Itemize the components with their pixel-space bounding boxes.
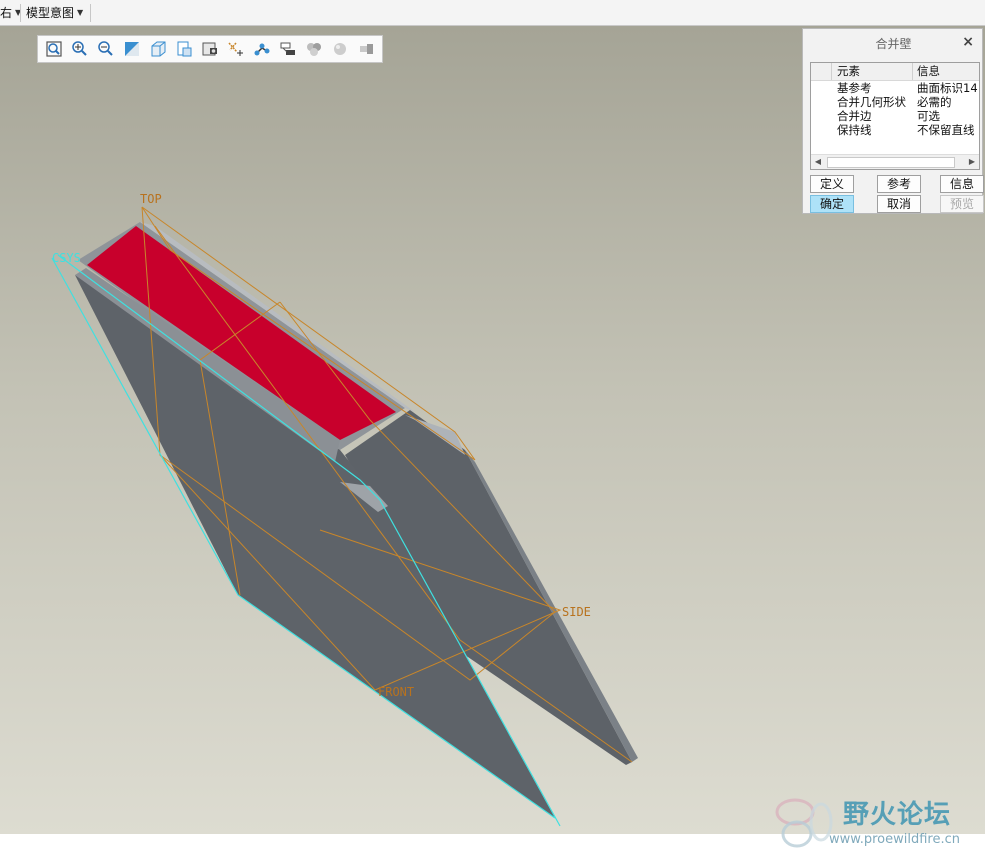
menu-separator bbox=[20, 4, 21, 22]
dialog-title: 合并壁 bbox=[875, 37, 912, 51]
model-intent-label: 模型意图 bbox=[26, 6, 75, 20]
table-row[interactable]: 基参考 曲面标识14 bbox=[811, 81, 979, 95]
row-element: 基参考 bbox=[837, 81, 872, 95]
column-divider bbox=[831, 63, 832, 80]
table-header: 元素 信息 bbox=[811, 63, 979, 81]
header-info[interactable]: 信息 bbox=[917, 63, 979, 80]
datum-label-csys[interactable]: CSYS bbox=[52, 251, 81, 265]
datum-display-icon[interactable] bbox=[224, 38, 248, 60]
scroll-thumb[interactable] bbox=[827, 157, 955, 168]
element-table: 元素 信息 基参考 曲面标识14 合并几何形状 必需的 合并边 可选 保持线 不… bbox=[810, 62, 980, 170]
scroll-right-icon[interactable]: ▶ bbox=[965, 155, 979, 169]
view-manager-icon[interactable] bbox=[198, 38, 222, 60]
annotation-display-icon[interactable] bbox=[276, 38, 300, 60]
header-element[interactable]: 元素 bbox=[837, 63, 911, 80]
datum-label-top[interactable]: TOP bbox=[140, 192, 162, 206]
watermark-title: 野火论坛 bbox=[843, 800, 952, 830]
row-info: 必需的 bbox=[917, 95, 952, 109]
datum-label-side[interactable]: SIDE bbox=[562, 605, 591, 619]
row-element: 合并几何形状 bbox=[837, 95, 906, 109]
spin-center-icon[interactable] bbox=[250, 38, 274, 60]
ribbon-bar: 右 ▼ 模型意图 ▼ bbox=[0, 0, 985, 26]
row-info: 曲面标识14 bbox=[917, 81, 978, 95]
spin-icon[interactable] bbox=[354, 38, 378, 60]
row-element: 合并边 bbox=[837, 109, 872, 123]
view-toolbar bbox=[37, 35, 383, 63]
menu-separator bbox=[90, 4, 91, 22]
row-info: 可选 bbox=[917, 109, 940, 123]
horizontal-scrollbar[interactable]: ◀ ▶ bbox=[811, 154, 979, 169]
row-element: 保持线 bbox=[837, 123, 872, 137]
info-button[interactable]: 信息 bbox=[940, 175, 984, 193]
partial-menu-label: 右 bbox=[0, 6, 13, 20]
partial-menu[interactable]: 右 ▼ bbox=[0, 4, 21, 22]
row-info: 不保留直线 bbox=[917, 123, 975, 137]
zoom-out-icon[interactable] bbox=[94, 38, 118, 60]
watermark: 野火论坛 www.proewildfire.cn bbox=[773, 792, 981, 854]
zoom-in-icon[interactable] bbox=[68, 38, 92, 60]
preview-button[interactable]: 预览 bbox=[940, 195, 984, 213]
display-style-icon[interactable] bbox=[146, 38, 170, 60]
table-row[interactable]: 合并边 可选 bbox=[811, 109, 979, 123]
watermark-url: www.proewildfire.cn bbox=[829, 832, 960, 847]
close-icon[interactable]: × bbox=[962, 34, 974, 50]
merge-wall-dialog: 合并壁 × 元素 信息 基参考 曲面标识14 合并几何形状 必需的 合并边 可选… bbox=[802, 28, 984, 214]
appearance-icon[interactable] bbox=[302, 38, 326, 60]
datum-label-front[interactable]: FRONT bbox=[378, 685, 414, 699]
ok-button[interactable]: 确定 bbox=[810, 195, 854, 213]
scroll-left-icon[interactable]: ◀ bbox=[811, 155, 825, 169]
repaint-icon[interactable] bbox=[120, 38, 144, 60]
cancel-button[interactable]: 取消 bbox=[877, 195, 921, 213]
chevron-down-icon: ▼ bbox=[77, 8, 84, 17]
render-icon[interactable] bbox=[328, 38, 352, 60]
table-row[interactable]: 合并几何形状 必需的 bbox=[811, 95, 979, 109]
table-row[interactable]: 保持线 不保留直线 bbox=[811, 123, 979, 137]
refs-button[interactable]: 参考 bbox=[877, 175, 921, 193]
define-button[interactable]: 定义 bbox=[810, 175, 854, 193]
butterfly-logo-icon bbox=[775, 798, 833, 848]
model-intent-menu[interactable]: 模型意图 ▼ bbox=[26, 4, 83, 22]
zoom-refit-icon[interactable] bbox=[42, 38, 66, 60]
saved-views-icon[interactable] bbox=[172, 38, 196, 60]
column-divider bbox=[912, 63, 913, 80]
